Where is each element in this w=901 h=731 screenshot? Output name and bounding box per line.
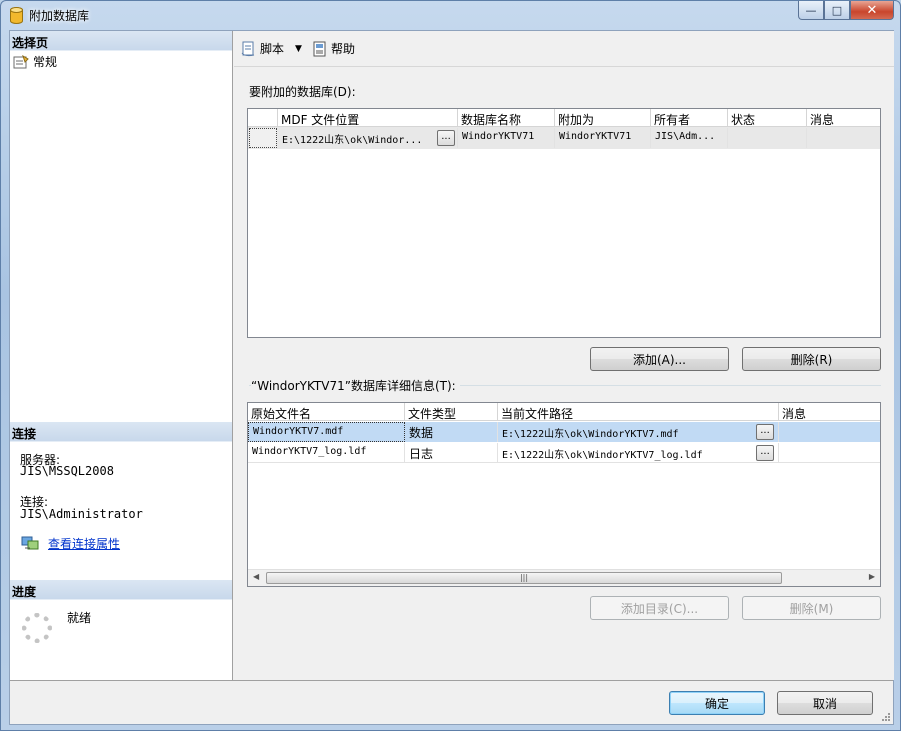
scrollbar-thumb[interactable]: ||| xyxy=(266,572,782,584)
dialog-client-area: 选择页 常规 连接 服务器: JIS\MSSQL2008 连接: JIS\Adm… xyxy=(9,30,894,725)
browse-path-button[interactable]: ... xyxy=(756,424,774,440)
progress-status: 就绪 xyxy=(67,611,92,625)
table-row[interactable]: WindorYKTV7.mdf 数据 E:\1222山东\ok\WindorYK… xyxy=(248,422,880,442)
attach-grid-label: 要附加的数据库(D): xyxy=(249,85,356,99)
row-selector-header xyxy=(248,109,278,127)
resize-grip-icon[interactable] xyxy=(881,712,891,722)
connection-properties-icon xyxy=(21,536,39,550)
left-panel: 选择页 常规 连接 服务器: JIS\MSSQL2008 连接: JIS\Adm… xyxy=(10,31,233,680)
row-selector[interactable] xyxy=(249,128,277,148)
column-header-attach-as[interactable]: 附加为 xyxy=(555,109,651,127)
connection-value: JIS\Administrator xyxy=(20,507,143,521)
cell-current-path[interactable]: E:\1222山东\ok\WindorYKTV7_log.ldf xyxy=(498,443,779,463)
add-database-button[interactable]: 添加(A)... xyxy=(590,347,729,371)
script-label: 脚本 xyxy=(260,42,285,56)
connection-header: 连接 xyxy=(10,422,232,442)
attach-grid-header: MDF 文件位置 数据库名称 附加为 所有者 状态 消息 xyxy=(248,109,880,127)
database-icon xyxy=(10,7,23,24)
nav-item-general-label: 常规 xyxy=(33,55,58,69)
cell-details-message xyxy=(779,422,880,442)
attach-database-window: 附加数据库 — □ ✕ 选择页 常规 连接 服务器: JIS\MSSQL2008 xyxy=(0,0,901,731)
column-header-db-name[interactable]: 数据库名称 xyxy=(458,109,555,127)
remove-database-button[interactable]: 删除(R) xyxy=(742,347,881,371)
nav-item-general[interactable]: 常规 xyxy=(13,53,57,70)
cell-original-file[interactable]: WindorYKTV7.mdf xyxy=(248,422,405,442)
close-button[interactable]: ✕ xyxy=(850,1,894,20)
right-panel: 脚本 ▼ 帮助 要附加的数据库(D): MDF 文件位置 数据库名称 附加为 所… xyxy=(234,31,894,680)
progress-header: 进度 xyxy=(10,580,232,600)
column-header-status[interactable]: 状态 xyxy=(728,109,807,127)
cell-current-path[interactable]: E:\1222山东\ok\WindorYKTV7.mdf xyxy=(498,422,779,442)
ok-button[interactable]: 确定 xyxy=(669,691,765,715)
dropdown-arrow-icon[interactable]: ▼ xyxy=(295,44,302,54)
column-header-file-type[interactable]: 文件类型 xyxy=(405,403,498,421)
browse-path-button[interactable]: ... xyxy=(756,445,774,461)
cell-attach-as[interactable]: WindorYKTV71 xyxy=(555,128,651,148)
column-header-details-message[interactable]: 消息 xyxy=(779,403,880,421)
scroll-right-icon[interactable]: ▶ xyxy=(869,572,875,581)
cell-file-type[interactable]: 数据 xyxy=(405,422,498,442)
view-connection-properties-link[interactable]: 查看连接属性 xyxy=(48,535,120,552)
column-header-original-file[interactable]: 原始文件名 xyxy=(248,403,405,421)
cell-file-type[interactable]: 日志 xyxy=(405,443,498,463)
column-header-owner[interactable]: 所有者 xyxy=(651,109,728,127)
attach-databases-grid[interactable]: MDF 文件位置 数据库名称 附加为 所有者 状态 消息 E:\1222山东\o… xyxy=(247,108,881,338)
cell-original-file[interactable]: WindorYKTV7_log.ldf xyxy=(248,443,405,463)
close-icon: ✕ xyxy=(866,2,878,18)
cell-mdf-location[interactable]: E:\1222山东\ok\Windor... xyxy=(278,128,458,148)
horizontal-scrollbar[interactable]: ◀ ||| ▶ xyxy=(248,569,880,586)
toolbar: 脚本 ▼ 帮助 xyxy=(234,31,894,67)
table-row[interactable]: E:\1222山东\ok\Windor... ... WindorYKTV71 … xyxy=(248,127,880,149)
minimize-icon: — xyxy=(805,3,817,17)
cell-details-message xyxy=(779,443,880,463)
column-header-mdf[interactable]: MDF 文件位置 xyxy=(278,109,458,127)
script-button[interactable]: 脚本 ▼ xyxy=(241,40,302,57)
cell-status xyxy=(728,128,807,148)
cell-message xyxy=(807,128,880,148)
script-icon xyxy=(241,41,255,56)
help-icon xyxy=(313,41,326,56)
browse-mdf-button[interactable]: ... xyxy=(437,130,455,146)
dialog-footer: 确定 取消 xyxy=(10,680,893,724)
progress-spinner-icon xyxy=(22,613,52,643)
properties-page-icon xyxy=(13,54,29,68)
column-header-current-path[interactable]: 当前文件路径 xyxy=(498,403,779,421)
add-catalog-button[interactable]: 添加目录(C)... xyxy=(590,596,729,620)
details-grid-header: 原始文件名 文件类型 当前文件路径 消息 xyxy=(248,403,880,421)
column-header-message[interactable]: 消息 xyxy=(807,109,880,127)
database-details-grid[interactable]: 原始文件名 文件类型 当前文件路径 消息 WindorYKTV7.mdf 数据 … xyxy=(247,402,881,587)
cell-db-name[interactable]: WindorYKTV71 xyxy=(458,128,555,148)
maximize-button[interactable]: □ xyxy=(824,1,850,20)
title-bar[interactable]: 附加数据库 — □ ✕ xyxy=(1,1,900,29)
cell-owner[interactable]: JIS\Adm... xyxy=(651,128,728,148)
server-value: JIS\MSSQL2008 xyxy=(20,464,114,478)
remove-file-button[interactable]: 删除(M) xyxy=(742,596,881,620)
minimize-button[interactable]: — xyxy=(798,1,824,20)
details-grid-label: “WindorYKTV71”数据库详细信息(T): xyxy=(251,377,460,394)
help-label: 帮助 xyxy=(331,42,356,56)
select-page-header: 选择页 xyxy=(10,31,232,51)
scroll-left-icon[interactable]: ◀ xyxy=(253,572,259,581)
window-title: 附加数据库 xyxy=(29,9,90,23)
grip-icon: ||| xyxy=(519,573,529,582)
table-row[interactable]: WindorYKTV7_log.ldf 日志 E:\1222山东\ok\Wind… xyxy=(248,443,880,463)
maximize-icon: □ xyxy=(831,3,843,17)
help-button[interactable]: 帮助 xyxy=(312,40,355,57)
cancel-button[interactable]: 取消 xyxy=(777,691,873,715)
